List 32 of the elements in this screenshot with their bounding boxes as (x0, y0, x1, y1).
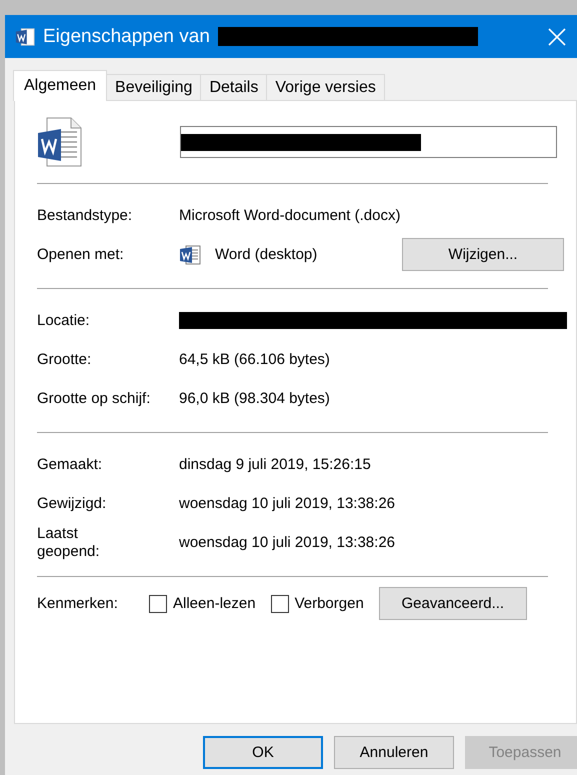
property-label: Grootte: (37, 350, 92, 368)
change-button[interactable]: Wijzigen... (402, 238, 564, 271)
dialog-button[interactable]: Annuleren (334, 736, 454, 769)
tab[interactable]: Algemeen (13, 70, 108, 101)
property-label: Bestandstype: (37, 206, 134, 224)
property-label: Grootte op schijf: (37, 390, 152, 408)
property-value: woensdag 10 juli 2019, 13:38:26 (179, 534, 396, 551)
checkbox[interactable] (149, 594, 167, 612)
property-label: Openen met: (37, 246, 125, 264)
property-value: 96,0 kB (98.304 bytes) (179, 390, 330, 407)
word-icon (179, 244, 201, 266)
property-label: Gewijzigd: (37, 494, 108, 512)
property-label: Locatie: (37, 312, 91, 330)
dialog-button[interactable]: OK (203, 736, 323, 769)
tab[interactable]: Vorige versies (266, 74, 385, 100)
checkbox[interactable] (270, 594, 289, 612)
property-value: Word (desktop) (215, 246, 318, 263)
property-value: Microsoft Word-document (.docx) (179, 207, 400, 224)
window-title: Eigenschappen van (43, 26, 210, 48)
property-label: Laatst geopend: (37, 524, 101, 560)
checkbox-label[interactable]: Alleen-lezen (173, 595, 256, 612)
close-icon[interactable] (547, 26, 567, 46)
file-name-field[interactable] (180, 126, 557, 158)
property-value: 64,5 kB (66.106 bytes) (179, 351, 330, 368)
property-label: Gemaakt: (37, 456, 104, 474)
word-document-icon (37, 117, 83, 167)
advanced-button[interactable]: Geavanceerd... (378, 587, 527, 620)
property-value: woensdag 10 juli 2019, 13:38:26 (179, 495, 396, 512)
attributes-label: Kenmerken: (37, 595, 119, 612)
checkbox-label[interactable]: Verborgen (294, 595, 364, 612)
word-document-icon (15, 26, 35, 46)
property-value: dinsdag 9 juli 2019, 15:26:15 (179, 456, 371, 473)
